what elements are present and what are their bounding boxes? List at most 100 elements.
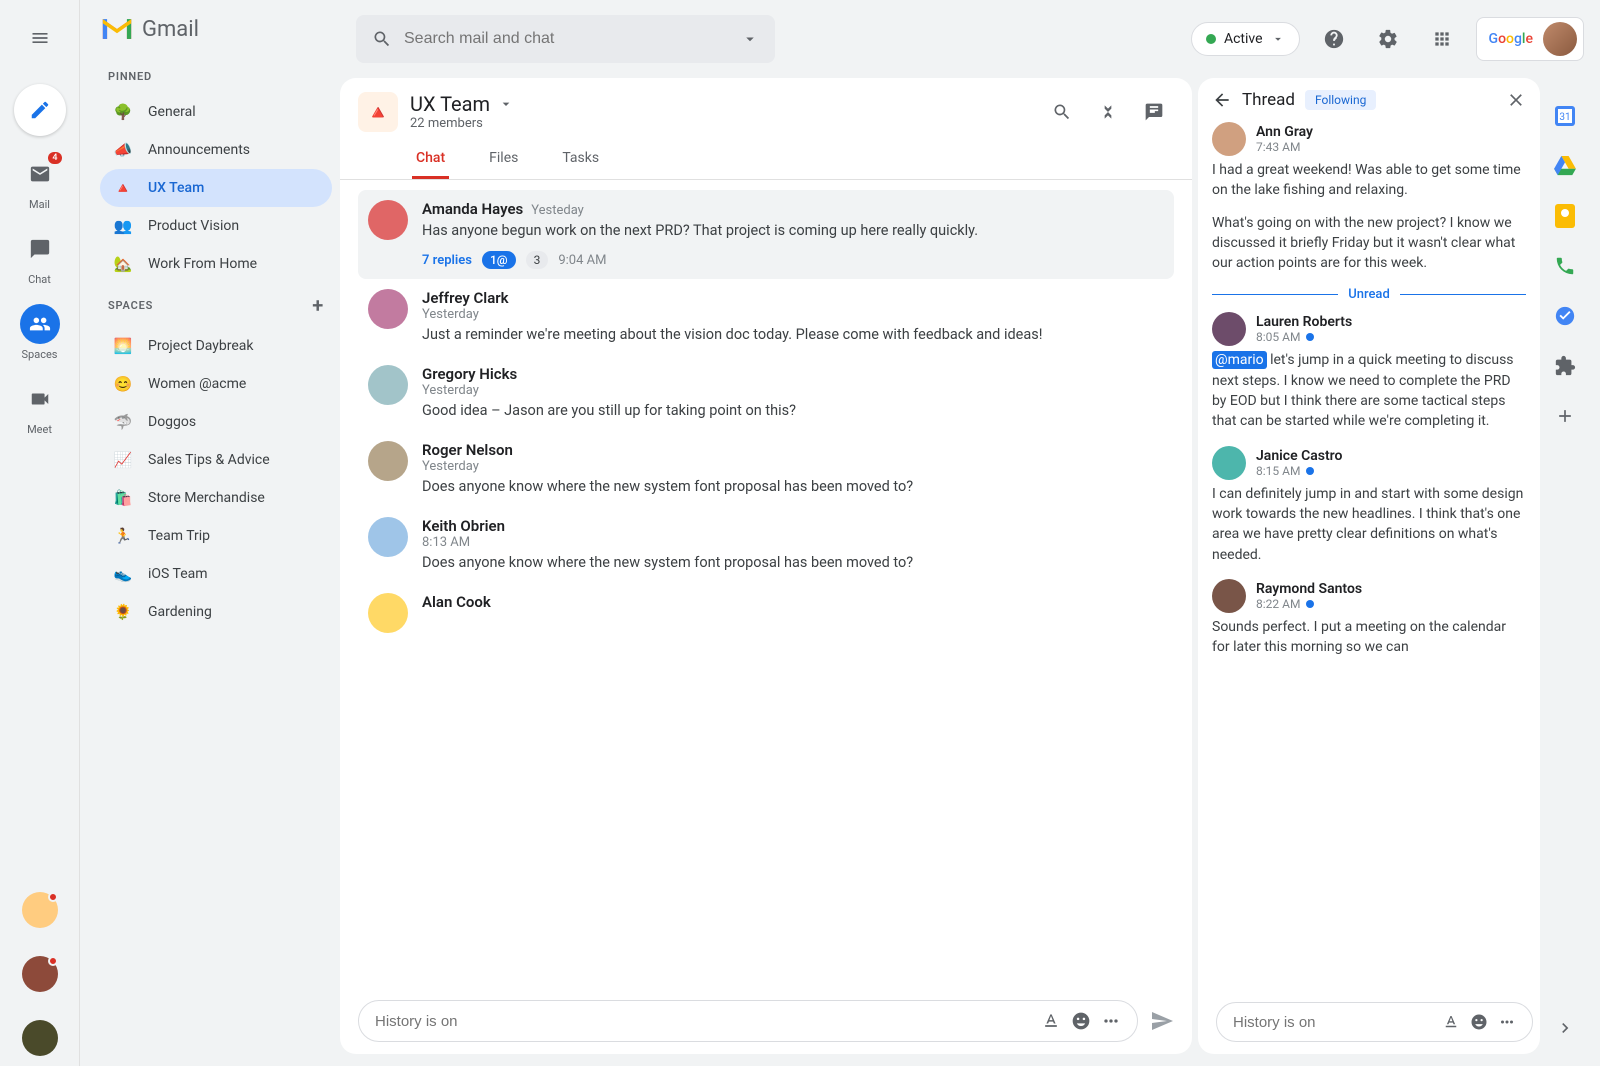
svg-text:31: 31 bbox=[1559, 112, 1570, 123]
spaces-header: SPACES + bbox=[100, 283, 332, 327]
format-icon[interactable] bbox=[1041, 1011, 1061, 1031]
dropdown-icon[interactable] bbox=[741, 30, 759, 48]
thread-icon bbox=[1144, 102, 1164, 122]
tree-icon: 🌳 bbox=[112, 101, 134, 123]
search-box[interactable] bbox=[356, 15, 775, 63]
drive-app[interactable] bbox=[1551, 152, 1579, 180]
help-button[interactable] bbox=[1314, 19, 1354, 59]
chat-search-button[interactable] bbox=[1042, 92, 1082, 132]
sidebar-item-product-vision[interactable]: 👥Product Vision bbox=[100, 207, 332, 245]
collapse-button[interactable] bbox=[1088, 92, 1128, 132]
sidebar-item-sales[interactable]: 📈Sales Tips & Advice bbox=[100, 441, 332, 479]
sidebar-item-wfh[interactable]: 🏡Work From Home bbox=[100, 245, 332, 283]
tab-chat[interactable]: Chat bbox=[412, 140, 449, 179]
sidebar-item-women[interactable]: 😊Women @acme bbox=[100, 365, 332, 403]
sidebar-item-general[interactable]: 🌳General bbox=[100, 93, 332, 131]
chevron-down-icon bbox=[1271, 32, 1285, 46]
close-button[interactable] bbox=[1506, 90, 1526, 110]
thread-author: Ann Gray bbox=[1256, 124, 1313, 140]
thread-message[interactable]: Janice Castro8:15 AM I can definitely ju… bbox=[1212, 446, 1526, 565]
thread-text: I had a great weekend! Was able to get s… bbox=[1212, 160, 1526, 201]
rail-item-meet[interactable]: Meet bbox=[12, 379, 68, 436]
sidebar-item-ux-team[interactable]: 🔺UX Team bbox=[100, 169, 332, 207]
thread-compose-input[interactable] bbox=[1233, 1014, 1432, 1031]
more-icon[interactable] bbox=[1498, 1013, 1516, 1031]
more-icon[interactable] bbox=[1101, 1011, 1121, 1031]
chat-head-3[interactable] bbox=[22, 1020, 58, 1056]
contacts-app[interactable] bbox=[1551, 252, 1579, 280]
message-item[interactable]: Alan Cook bbox=[358, 583, 1174, 643]
following-chip[interactable]: Following bbox=[1305, 90, 1376, 110]
thread-message[interactable]: Ann Gray7:43 AM I had a great weekend! W… bbox=[1212, 122, 1526, 273]
message-item[interactable]: Keith Obrien 8:13 AM Does anyone know wh… bbox=[358, 507, 1174, 583]
active-dot-icon bbox=[1206, 34, 1216, 44]
plus-icon bbox=[1555, 406, 1575, 426]
mail-badge: 4 bbox=[48, 152, 61, 164]
messages-list: Amanda HayesYesteday Has anyone begun wo… bbox=[340, 180, 1192, 988]
rail-item-mail[interactable]: 4 Mail bbox=[12, 154, 68, 211]
sidebar-item-ios[interactable]: 👟iOS Team bbox=[100, 555, 332, 593]
reply-time: 9:04 AM bbox=[558, 253, 606, 268]
avatar[interactable] bbox=[1543, 22, 1577, 56]
addons-app[interactable] bbox=[1551, 352, 1579, 380]
brand-logo[interactable]: Gmail bbox=[100, 16, 332, 60]
message-item[interactable]: Roger Nelson Yesterday Does anyone know … bbox=[358, 431, 1174, 507]
flower-icon: 🌻 bbox=[112, 601, 134, 623]
collapse-apps-button[interactable] bbox=[1551, 1014, 1579, 1042]
thread-compose-box[interactable] bbox=[1216, 1002, 1533, 1042]
back-button[interactable] bbox=[1212, 90, 1232, 110]
main: Active Google 🔺 UX Team bbox=[340, 0, 1600, 1066]
apps-button[interactable] bbox=[1422, 19, 1462, 59]
keep-icon bbox=[1555, 204, 1575, 228]
status-chip[interactable]: Active bbox=[1191, 22, 1300, 56]
thread-message[interactable]: Lauren Roberts8:05 AM @mario let's jump … bbox=[1212, 312, 1526, 431]
tab-tasks[interactable]: Tasks bbox=[558, 140, 603, 179]
thread-message[interactable]: Raymond Santos8:22 AM Sounds perfect. I … bbox=[1212, 579, 1526, 658]
settings-button[interactable] bbox=[1368, 19, 1408, 59]
tasks-app[interactable] bbox=[1551, 302, 1579, 330]
sidebar-item-doggos[interactable]: 🦈Doggos bbox=[100, 403, 332, 441]
open-thread-button[interactable] bbox=[1134, 92, 1174, 132]
send-button[interactable] bbox=[1150, 1009, 1174, 1033]
thread-text: What's going on with the new project? I … bbox=[1212, 213, 1526, 274]
rail-item-spaces[interactable]: Spaces bbox=[12, 304, 68, 361]
google-account[interactable]: Google bbox=[1476, 17, 1584, 61]
chat-head-1[interactable] bbox=[22, 892, 58, 928]
avatar bbox=[368, 200, 408, 240]
menu-button[interactable] bbox=[20, 18, 60, 58]
replies-link[interactable]: 7 replies bbox=[422, 253, 472, 268]
thread-body: Ann Gray7:43 AM I had a great weekend! W… bbox=[1198, 122, 1540, 990]
sidebar: Gmail PINNED 🌳General 📣Announcements 🔺UX… bbox=[80, 0, 340, 1066]
thread-time: 7:43 AM bbox=[1256, 140, 1313, 154]
keep-app[interactable] bbox=[1551, 202, 1579, 230]
content: 🔺 UX Team 22 members bbox=[340, 78, 1600, 1066]
chat-head-2[interactable] bbox=[22, 956, 58, 992]
space-avatar: 🔺 bbox=[358, 92, 398, 132]
sidebar-item-daybreak[interactable]: 🌅Project Daybreak bbox=[100, 327, 332, 365]
sidebar-item-store[interactable]: 🛍️Store Merchandise bbox=[100, 479, 332, 517]
message-item[interactable]: Gregory Hicks Yesterday Good idea – Jaso… bbox=[358, 355, 1174, 431]
sidebar-item-gardening[interactable]: 🌻Gardening bbox=[100, 593, 332, 631]
add-app-button[interactable] bbox=[1551, 402, 1579, 430]
sidebar-item-announcements[interactable]: 📣Announcements bbox=[100, 131, 332, 169]
sidebar-item-trip[interactable]: 🏃Team Trip bbox=[100, 517, 332, 555]
emoji-icon[interactable] bbox=[1470, 1013, 1488, 1031]
compose-button[interactable] bbox=[14, 84, 66, 136]
calendar-app[interactable]: 31 bbox=[1551, 102, 1579, 130]
smile-icon: 😊 bbox=[112, 373, 134, 395]
format-icon[interactable] bbox=[1442, 1013, 1460, 1031]
chevron-down-icon[interactable] bbox=[498, 96, 514, 112]
message-time: Yesterday bbox=[422, 383, 1164, 398]
unread-dot-icon bbox=[1306, 333, 1314, 341]
message-item[interactable]: Amanda HayesYesteday Has anyone begun wo… bbox=[358, 190, 1174, 279]
compose-input[interactable] bbox=[375, 1013, 1031, 1030]
mention[interactable]: @mario bbox=[1212, 351, 1267, 369]
compose-input-box[interactable] bbox=[358, 1000, 1138, 1042]
message-item[interactable]: Jeffrey Clark Yesterday Just a reminder … bbox=[358, 279, 1174, 355]
avatar bbox=[368, 289, 408, 329]
emoji-icon[interactable] bbox=[1071, 1011, 1091, 1031]
rail-item-chat[interactable]: Chat bbox=[12, 229, 68, 286]
tab-files[interactable]: Files bbox=[485, 140, 522, 179]
search-input[interactable] bbox=[404, 30, 729, 48]
add-space-button[interactable]: + bbox=[312, 293, 324, 317]
